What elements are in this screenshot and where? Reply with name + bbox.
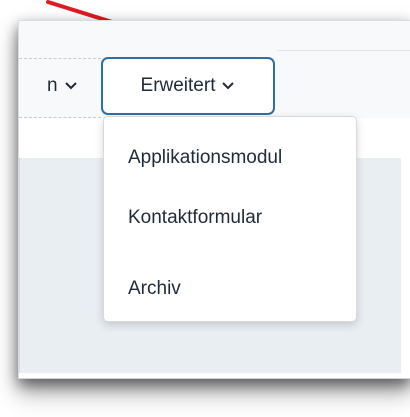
navigation-bar: n Erweitert	[19, 21, 410, 118]
nav-item-divider	[19, 58, 101, 59]
menu-item-kontaktformular[interactable]: Kontaktformular	[128, 207, 262, 229]
chevron-down-icon	[222, 82, 235, 90]
screenshot-frame: n Erweitert Applikationsmodul Kontaktfor…	[18, 20, 410, 379]
menu-item-archiv[interactable]: Archiv	[128, 278, 181, 300]
menu-item-applikationsmodul[interactable]: Applikationsmodul	[128, 147, 282, 169]
chevron-down-icon	[64, 82, 77, 90]
content-panel-edge	[401, 158, 410, 373]
nav-item-erweitert-label: Erweitert	[140, 75, 216, 96]
nav-item-erweitert[interactable]: Erweitert	[101, 57, 275, 115]
nav-item-partial-label: n	[47, 75, 58, 96]
nav-border-line	[277, 50, 410, 51]
nav-item-partial[interactable]: n	[47, 75, 78, 97]
dropdown-menu: Applikationsmodul Kontaktformular Archiv	[103, 116, 357, 322]
